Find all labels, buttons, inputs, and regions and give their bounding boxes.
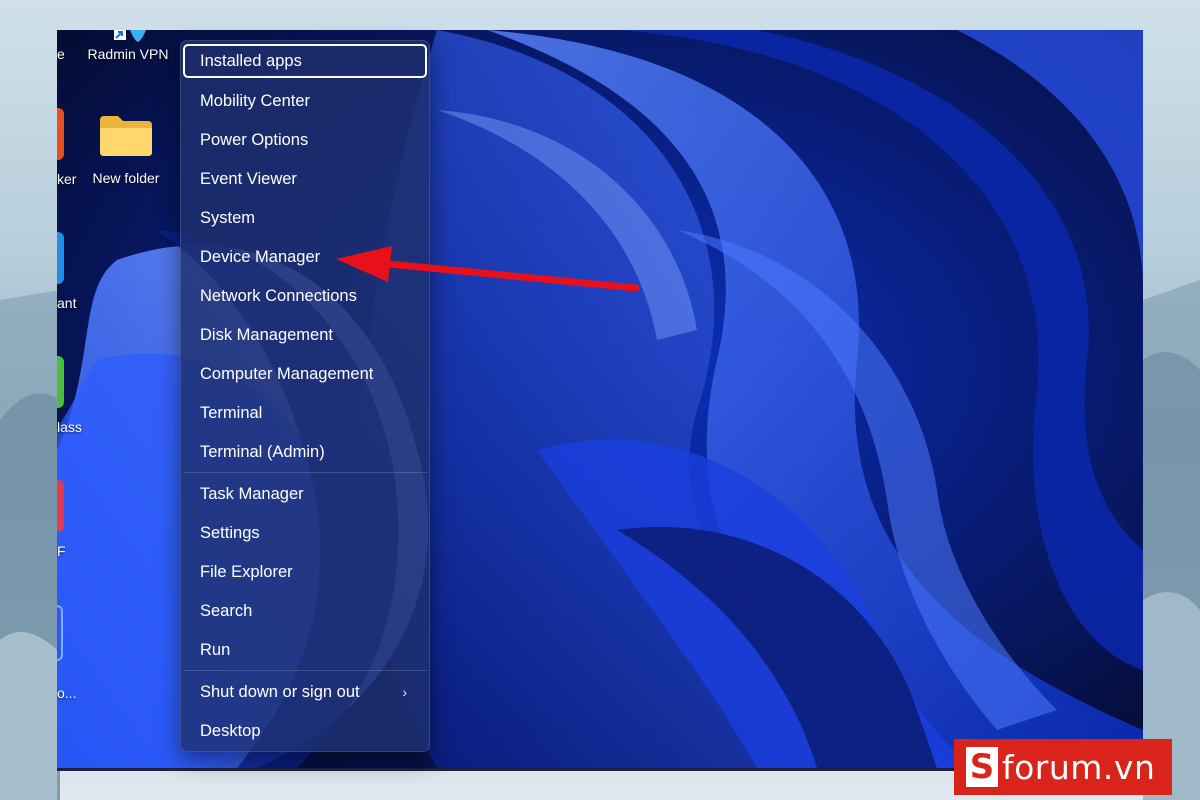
menu-item-label: Settings <box>200 524 260 542</box>
sforum-watermark: S forum.vn <box>954 739 1172 795</box>
partial-icon-label: e <box>57 46 65 62</box>
menu-separator <box>183 670 427 671</box>
menu-item-label: Mobility Center <box>200 92 311 110</box>
chevron-right-icon: › <box>402 684 407 700</box>
partial-icon-label: ker <box>57 171 77 187</box>
menu-item-label: Computer Management <box>200 365 374 383</box>
partial-icon-label: o... <box>57 685 77 701</box>
menu-item-label: Shut down or sign out <box>200 683 360 701</box>
partial-icon-label: ant <box>57 295 77 311</box>
desktop-icon-radmin-vpn[interactable]: Radmin VPN <box>83 30 173 62</box>
watermark-text: forum.vn <box>1002 747 1156 787</box>
partial-app-icon-4[interactable] <box>57 480 64 532</box>
menu-item-event-viewer[interactable]: Event Viewer <box>183 162 427 196</box>
menu-item-label: Terminal <box>200 404 263 422</box>
partial-app-icon-3[interactable] <box>57 356 64 408</box>
menu-item-installed-apps[interactable]: Installed apps <box>183 44 427 78</box>
partial-icon-label: lass <box>57 419 82 435</box>
menu-item-network-connections[interactable]: Network Connections <box>183 279 427 313</box>
winx-context-menu: Installed apps Mobility Center Power Opt… <box>180 40 430 752</box>
partial-app-icon-1[interactable] <box>57 108 64 160</box>
menu-item-mobility-center[interactable]: Mobility Center <box>183 84 427 118</box>
menu-item-settings[interactable]: Settings <box>183 516 427 550</box>
menu-item-label: Search <box>200 602 253 620</box>
menu-item-file-explorer[interactable]: File Explorer <box>183 555 427 589</box>
menu-item-search[interactable]: Search <box>183 594 427 628</box>
menu-item-label: System <box>200 209 256 227</box>
desktop-icon-new-folder[interactable]: New folder <box>83 114 169 186</box>
menu-item-terminal-admin[interactable]: Terminal (Admin) <box>183 435 427 469</box>
menu-item-label: Disk Management <box>200 326 333 344</box>
menu-separator <box>183 472 427 473</box>
desktop-icon-label: New folder <box>92 170 160 186</box>
sforum-logo: S <box>966 747 998 787</box>
folder-icon <box>100 116 152 156</box>
menu-item-label: Power Options <box>200 131 309 149</box>
menu-item-label: Run <box>200 641 231 659</box>
menu-item-label: Event Viewer <box>200 170 297 188</box>
menu-item-label: Network Connections <box>200 287 357 305</box>
menu-item-label: Device Manager <box>200 248 321 266</box>
menu-item-task-manager[interactable]: Task Manager <box>183 477 427 511</box>
menu-item-label: Installed apps <box>200 52 302 70</box>
partial-icon-label: F <box>57 543 66 559</box>
menu-item-label: Task Manager <box>200 485 304 503</box>
partial-app-icon-5[interactable] <box>57 605 63 661</box>
menu-item-label: File Explorer <box>200 563 293 581</box>
menu-item-system[interactable]: System <box>183 201 427 235</box>
partial-app-icon-2[interactable] <box>57 232 64 284</box>
menu-item-device-manager[interactable]: Device Manager <box>183 240 427 274</box>
menu-item-terminal[interactable]: Terminal <box>183 396 427 430</box>
menu-item-label: Desktop <box>200 722 261 740</box>
radmin-vpn-shortcut-icon <box>114 30 146 42</box>
menu-item-disk-management[interactable]: Disk Management <box>183 318 427 352</box>
menu-item-desktop[interactable]: Desktop <box>183 714 427 748</box>
menu-item-label: Terminal (Admin) <box>200 443 325 461</box>
desktop-icon-label: Radmin VPN <box>87 46 169 62</box>
menu-item-power-options[interactable]: Power Options <box>183 123 427 157</box>
menu-item-run[interactable]: Run <box>183 633 427 667</box>
menu-item-computer-management[interactable]: Computer Management <box>183 357 427 391</box>
menu-item-shut-down-or-sign-out[interactable]: Shut down or sign out › <box>183 675 427 709</box>
